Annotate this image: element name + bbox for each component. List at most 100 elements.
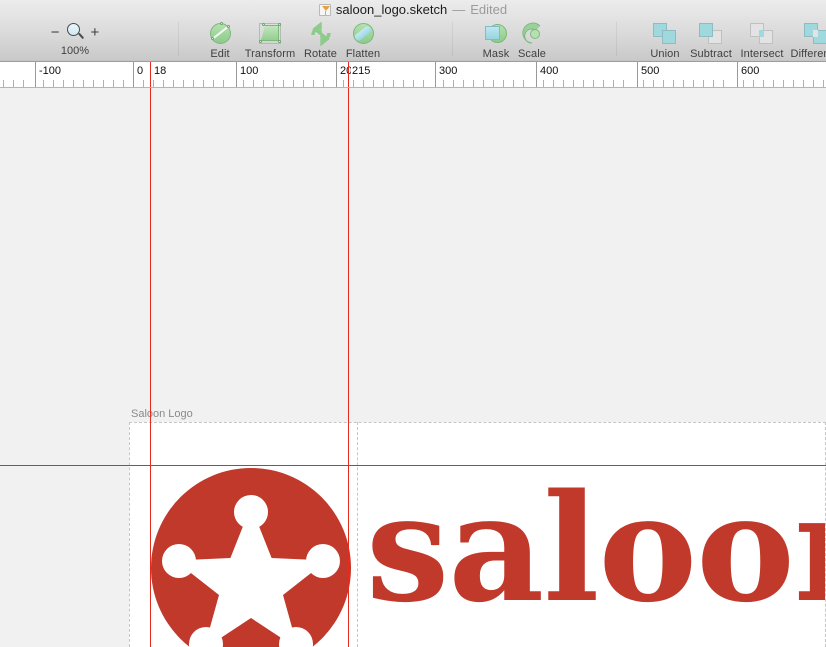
zoom-control[interactable]: − + 100% xyxy=(40,20,110,62)
tool-rotate-label: Rotate xyxy=(303,48,337,60)
toolbar-separator xyxy=(616,22,617,56)
vertical-guide-215[interactable] xyxy=(348,88,349,647)
ruler-minor-tick xyxy=(363,80,364,87)
ruler-minor-tick xyxy=(803,80,804,87)
ruler-minor-tick xyxy=(123,80,124,87)
tool-intersect[interactable]: Intersect xyxy=(735,19,789,61)
ruler-minor-tick xyxy=(303,80,304,87)
ruler-minor-tick xyxy=(393,80,394,87)
edit-path-icon xyxy=(207,22,233,46)
ruler-minor-tick xyxy=(423,80,424,87)
scale-icon xyxy=(519,22,545,46)
horizontal-ruler[interactable]: -100 0 100 200 300 400 500 600 18 215 xyxy=(0,62,826,88)
design-canvas[interactable]: Saloon Logo saloon xyxy=(0,88,826,647)
ruler-minor-tick xyxy=(403,80,404,87)
union-icon xyxy=(651,22,679,46)
artboard-saloon-logo[interactable]: saloon xyxy=(129,422,826,647)
ruler-major-tick xyxy=(35,62,36,87)
tool-rotate[interactable]: Rotate xyxy=(300,19,341,61)
ruler-minor-tick xyxy=(713,80,714,87)
horizontal-guide[interactable] xyxy=(0,465,826,466)
ruler-minor-tick xyxy=(43,80,44,87)
magnifier-icon[interactable] xyxy=(66,22,84,42)
toolbar-separator xyxy=(452,22,453,56)
logo-wordmark[interactable]: saloon xyxy=(366,473,825,623)
ruler-guide-marker-18[interactable] xyxy=(150,62,151,87)
ruler-minor-tick xyxy=(693,80,694,87)
ruler-minor-tick xyxy=(623,80,624,87)
ruler-minor-tick xyxy=(73,80,74,87)
tool-scale[interactable]: Scale xyxy=(513,19,551,61)
ruler-minor-tick xyxy=(513,80,514,87)
ruler-minor-tick xyxy=(143,80,144,87)
ruler-minor-tick xyxy=(583,80,584,87)
ruler-guide-label-215: 215 xyxy=(351,65,371,77)
ruler-minor-tick xyxy=(673,80,674,87)
window-chrome: saloon_logo.sketch — Edited − + 100% Edi… xyxy=(0,0,826,62)
ruler-minor-tick xyxy=(723,80,724,87)
toolbar-separator xyxy=(178,22,179,56)
subtract-icon xyxy=(697,22,725,46)
ruler-minor-tick xyxy=(83,80,84,87)
ruler-minor-tick xyxy=(743,80,744,87)
tool-difference[interactable]: Difference xyxy=(787,19,826,61)
tool-flatten[interactable]: Flatten xyxy=(341,19,385,61)
ruler-minor-tick xyxy=(463,80,464,87)
ruler-label: 100 xyxy=(240,65,259,77)
ruler-minor-tick xyxy=(763,80,764,87)
transform-icon xyxy=(257,22,283,46)
intersect-icon xyxy=(748,22,776,46)
zoom-in-button[interactable]: + xyxy=(91,25,100,40)
ruler-minor-tick xyxy=(593,80,594,87)
ruler-minor-tick xyxy=(683,80,684,87)
sketch-document-icon xyxy=(318,3,331,16)
ruler-major-tick xyxy=(637,62,638,87)
mask-icon xyxy=(483,22,509,46)
ruler-minor-tick xyxy=(603,80,604,87)
tool-edit[interactable]: Edit xyxy=(200,19,240,61)
tool-union-label: Union xyxy=(650,48,680,60)
ruler-minor-tick xyxy=(543,80,544,87)
ruler-minor-tick xyxy=(323,80,324,87)
ruler-minor-tick xyxy=(263,80,264,87)
ruler-minor-tick xyxy=(823,80,824,87)
vertical-guide-18[interactable] xyxy=(150,88,151,647)
window-title: saloon_logo.sketch xyxy=(335,2,448,17)
ruler-minor-tick xyxy=(13,80,14,87)
title-bar[interactable]: saloon_logo.sketch — Edited xyxy=(0,0,826,19)
tool-difference-label: Difference xyxy=(790,48,826,60)
ruler-guide-marker-215[interactable] xyxy=(348,62,349,87)
zoom-out-button[interactable]: − xyxy=(51,25,60,40)
ruler-minor-tick xyxy=(203,80,204,87)
tool-union[interactable]: Union xyxy=(644,19,686,61)
tool-transform[interactable]: Transform xyxy=(240,19,300,61)
ruler-minor-tick xyxy=(483,80,484,87)
tool-transform-label: Transform xyxy=(244,48,296,60)
tool-subtract-label: Subtract xyxy=(690,48,732,60)
ruler-minor-tick xyxy=(783,80,784,87)
slice-boundary-line xyxy=(357,422,358,647)
ruler-major-tick xyxy=(236,62,237,87)
tool-mask[interactable]: Mask xyxy=(478,19,514,61)
edited-status: Edited xyxy=(470,2,508,17)
ruler-minor-tick xyxy=(113,80,114,87)
ruler-minor-tick xyxy=(563,80,564,87)
sketch-app-window: saloon_logo.sketch — Edited − + 100% Edi… xyxy=(0,0,826,647)
artboard-label[interactable]: Saloon Logo xyxy=(131,408,193,420)
ruler-minor-tick xyxy=(793,80,794,87)
ruler-minor-tick xyxy=(313,80,314,87)
ruler-minor-tick xyxy=(813,80,814,87)
ruler-minor-tick xyxy=(173,80,174,87)
tool-subtract[interactable]: Subtract xyxy=(685,19,737,61)
ruler-major-tick xyxy=(133,62,134,87)
ruler-label: 600 xyxy=(741,65,760,77)
ruler-minor-tick xyxy=(353,80,354,87)
ruler-minor-tick xyxy=(773,80,774,87)
logo-badge-star[interactable] xyxy=(151,468,351,647)
ruler-minor-tick xyxy=(373,80,374,87)
tool-mask-label: Mask xyxy=(482,48,510,60)
ruler-minor-tick xyxy=(23,80,24,87)
ruler-minor-tick xyxy=(383,80,384,87)
ruler-minor-tick xyxy=(193,80,194,87)
ruler-minor-tick xyxy=(93,80,94,87)
